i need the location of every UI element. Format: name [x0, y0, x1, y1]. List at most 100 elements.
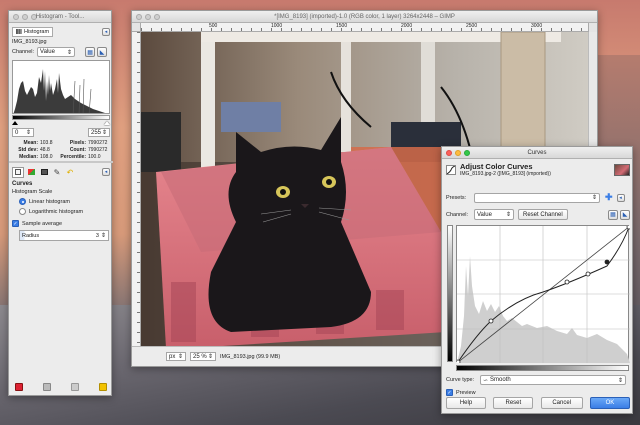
stat-count-value: 7990272	[88, 147, 108, 153]
channel-select-value: Value	[40, 49, 55, 55]
curve-type-select[interactable]: ∽ Smooth ⇕	[480, 375, 626, 385]
presets-select[interactable]: ⇕	[474, 192, 600, 203]
cancel-button[interactable]: Cancel	[540, 397, 583, 409]
chevron-updown-icon: ⇕	[177, 354, 183, 360]
radius-value: 3	[95, 232, 99, 239]
sample-average-option[interactable]: ✓ Sample average	[12, 220, 62, 227]
stat-median-value: 108.0	[40, 154, 53, 160]
curves-channel-value: Value	[477, 211, 492, 218]
undo-tab-icon[interactable]: ↶	[64, 167, 76, 178]
log-histogram-radio[interactable]	[19, 208, 26, 215]
horizontal-ruler[interactable]: 500 1000 1500 2000 2500 3000	[141, 23, 588, 32]
zoom-button[interactable]	[464, 149, 470, 156]
zoom-value: 25 %	[193, 353, 207, 360]
channel-select[interactable]: Value ⇕	[37, 47, 76, 57]
channel-label: Channel:	[12, 49, 35, 55]
delete-options-icon[interactable]	[71, 383, 79, 391]
log-histogram-icon[interactable]: ◣	[97, 47, 108, 57]
range-max-value: 255	[91, 129, 102, 136]
range-min-input[interactable]: 0 ⇕	[12, 128, 34, 137]
save-options-icon[interactable]	[15, 383, 23, 391]
curves-subheading: IMG_8193.jpg-2 ([IMG_8193] (imported))	[460, 171, 551, 177]
linear-histogram-option[interactable]: Linear histogram	[19, 198, 70, 205]
image-titlebar[interactable]: *[IMG_8193] (imported)-1.0 (RGB color, 1…	[132, 11, 597, 23]
linear-histogram-icon[interactable]: ▦	[85, 47, 96, 57]
ruler-label: 1000	[271, 23, 283, 29]
close-button[interactable]	[136, 13, 142, 20]
help-button[interactable]: Help	[446, 397, 486, 409]
preview-option[interactable]: ✓ Preview	[446, 389, 476, 396]
curve-point[interactable]	[455, 359, 461, 365]
zoom-button[interactable]	[154, 13, 160, 20]
curves-options-heading: Curves	[12, 181, 33, 187]
histogram-image-name: IMG_8193.jpg	[12, 39, 47, 45]
curve-point[interactable]	[604, 259, 610, 265]
ruler-label: 500	[209, 23, 218, 29]
chevron-updown-icon: ⇕	[591, 195, 597, 201]
curves-channel-select[interactable]: Value ⇕	[474, 209, 514, 220]
stat-pixels-value: 7990272	[88, 140, 108, 146]
ruler-label: 3000	[531, 23, 543, 29]
ruler-corner[interactable]	[132, 23, 141, 32]
tab-menu-icon[interactable]: ◂	[102, 27, 110, 36]
smooth-curve-icon: ∽	[483, 377, 489, 384]
curves-titlebar[interactable]: Curves	[442, 147, 632, 159]
reset-button[interactable]: Reset	[493, 397, 534, 409]
image-thumbnail	[614, 163, 630, 176]
stepper-icon: ⇕	[101, 130, 107, 136]
range-max-handle[interactable]	[104, 121, 110, 125]
ruler-label: 2000	[401, 23, 413, 29]
minimize-button[interactable]	[455, 149, 461, 156]
add-preset-icon[interactable]: ✚	[605, 192, 613, 203]
close-button[interactable]	[13, 13, 19, 20]
histogram-dock-window: Histogram - Tool... Histogram ◂ IMG_8193…	[8, 10, 113, 396]
curve-point[interactable]	[488, 318, 494, 324]
status-text: IMG_8193.jpg (99.9 MB)	[220, 353, 281, 360]
channels-tab-icon[interactable]	[38, 167, 50, 178]
log-histogram-icon[interactable]: ◣	[620, 209, 630, 220]
curve-point[interactable]	[626, 224, 632, 230]
log-histogram-option[interactable]: Logarithmic histogram	[19, 208, 83, 215]
minimize-button[interactable]	[22, 13, 28, 20]
tab-histogram[interactable]: Histogram	[12, 26, 54, 37]
tool-options-tab-icon[interactable]	[12, 166, 24, 178]
linear-histogram-icon[interactable]: ▦	[608, 209, 618, 220]
curve-horizontal-gradient	[456, 365, 629, 371]
ruler-label: 2500	[466, 23, 478, 29]
vertical-ruler[interactable]	[132, 32, 141, 346]
range-min-handle[interactable]	[12, 121, 18, 125]
zoom-button[interactable]	[31, 13, 37, 20]
unit-select[interactable]: px ⇕	[166, 352, 186, 361]
radius-slider[interactable]: Radius 3 ⇕	[19, 230, 109, 241]
preview-checkbox[interactable]: ✓	[446, 389, 453, 396]
preset-menu-icon[interactable]: ◂	[616, 193, 625, 202]
stat-median-label: Median:	[19, 154, 38, 160]
curve-plot	[455, 224, 632, 365]
curves-heading: Adjust Color Curves	[460, 162, 533, 171]
close-button[interactable]	[446, 149, 452, 156]
preview-label: Preview	[456, 389, 476, 396]
curve-point[interactable]	[564, 279, 570, 285]
zoom-select[interactable]: 25 % ⇕	[190, 352, 216, 361]
chevron-updown-icon: ⇕	[67, 49, 73, 56]
tab-menu-icon[interactable]: ◂	[102, 168, 110, 176]
curve-point[interactable]	[585, 271, 591, 277]
navigate-icon[interactable]	[588, 23, 597, 32]
reset-options-icon[interactable]	[99, 383, 107, 391]
minimize-button[interactable]	[145, 13, 151, 20]
curve-graph[interactable]	[455, 224, 632, 365]
ok-button[interactable]: OK	[589, 397, 630, 409]
histogram-graph[interactable]	[12, 60, 110, 114]
range-max-input[interactable]: 255 ⇕	[88, 128, 110, 137]
range-slider-track[interactable]	[12, 121, 110, 125]
reset-channel-button[interactable]: Reset Channel	[518, 209, 568, 220]
dock-divider[interactable]	[9, 161, 113, 163]
curves-dialog: Curves Adjust Color Curves IMG_8193.jpg-…	[441, 146, 633, 414]
presets-label: Presets:	[446, 194, 467, 201]
histogram-titlebar[interactable]: Histogram - Tool...	[9, 11, 111, 23]
layers-tab-icon[interactable]	[25, 167, 37, 178]
restore-options-icon[interactable]	[43, 383, 51, 391]
linear-histogram-radio[interactable]	[19, 198, 26, 205]
paths-tab-icon[interactable]: ✎	[51, 167, 63, 178]
sample-average-checkbox[interactable]: ✓	[12, 220, 19, 227]
